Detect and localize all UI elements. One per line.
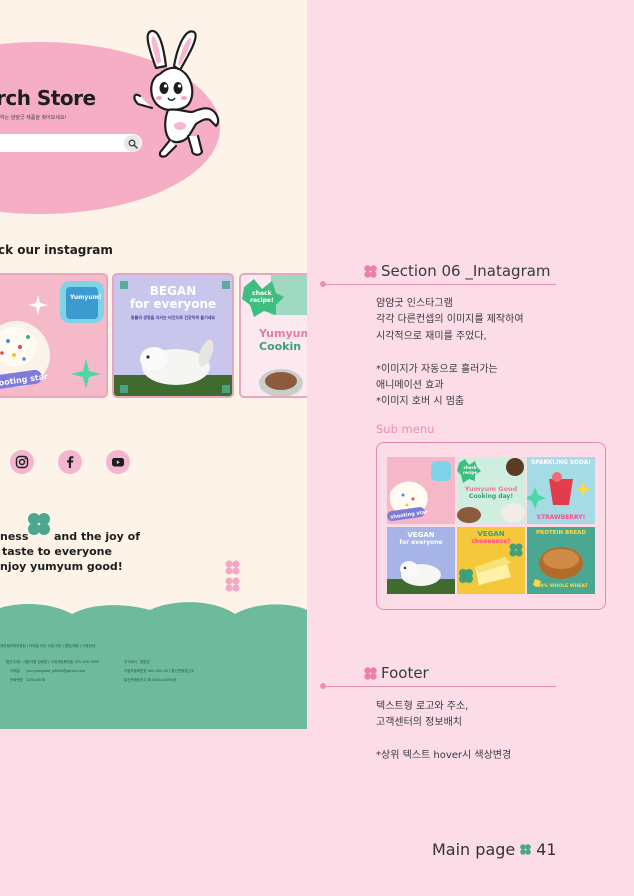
section-footer-title: Footer	[381, 664, 429, 682]
instagram-card-vegan[interactable]: BEGAN for everyone 동물의 생명을 지키는 비건으로 건강하게…	[112, 273, 234, 398]
card3-title: Yumyum Cookin	[259, 327, 307, 353]
desc-line: 시각적으로 재미를 주었다,	[376, 330, 487, 342]
tile-subtitle: Cooking day!	[468, 493, 514, 500]
sub-menu-label: Sub menu	[376, 422, 435, 436]
tile-title: Yumyum Good	[464, 485, 518, 493]
page-footer: Main page 41	[432, 840, 557, 859]
desc-line: *이미지가 자동으로 흘러가는	[376, 363, 498, 375]
footer-company-type-label: 주식회사	[124, 660, 137, 664]
instagram-link[interactable]	[10, 450, 34, 474]
desc-line: 텍스트형 로고와 주소,	[376, 701, 469, 712]
website-mockup: rch Store 하는 얌얌굿 제품을 찾아보세요! ck our insta…	[0, 0, 307, 729]
tile-badge: check recipe	[462, 465, 477, 475]
facebook-link[interactable]	[58, 450, 82, 474]
instagram-heading: ck our instagram	[0, 243, 113, 257]
tile-bottom-text: STRAWBERRY!	[536, 514, 586, 521]
page-label: Main page	[432, 840, 516, 859]
store-title: rch Store	[0, 86, 96, 110]
sub-tile-cheese[interactable]: VEGAN cheeeeese?	[457, 527, 525, 594]
store-subtitle: 하는 얌얌굿 제품을 찾아보세요!	[0, 115, 67, 121]
section-footer-description: 텍스트형 로고와 주소, 고객센터의 정보배치 *상위 텍스트 hover시 색…	[376, 699, 511, 765]
desc-line	[376, 732, 511, 748]
card1-sticker: Yumyum!	[70, 294, 102, 301]
sub-tile-recipe[interactable]: check recipe Yumyum Good Cooking day!	[457, 457, 525, 524]
facebook-icon	[67, 456, 74, 468]
footer-business-number: 사업자등록번호 000-000-00 | 통신판매업신고	[124, 669, 194, 673]
card3-badge: check recipe!	[250, 290, 274, 304]
desc-line	[376, 345, 524, 361]
footer-links[interactable]: 개인정보처리방침 | 이메일 무단 수집 거부 | 협찬/제휴 | 이용안내	[0, 644, 95, 649]
clover-stack-icon	[225, 560, 240, 592]
clover-icon	[28, 513, 50, 535]
card3-badge-line2: recipe!	[250, 297, 274, 304]
footer-mail-order-number: 통신판매업신고 제 0000-00000호	[124, 678, 177, 682]
footer-phone: 1234-5678	[26, 678, 46, 682]
page-number: 41	[536, 840, 557, 859]
footer-company: 법인고/명 : 대표자명 업태명 | 사업자등록번호 123-456-7890	[6, 660, 99, 664]
clover-icon	[364, 264, 377, 278]
tile-top-text: SPARKLING SODA!	[531, 460, 591, 466]
section-footer-heading: Footer	[364, 664, 429, 682]
youtube-link[interactable]	[106, 450, 130, 474]
sub-menu-preview: shooting star check recipe Yumyum Good C…	[376, 442, 606, 610]
instagram-icon	[15, 455, 29, 469]
section-instagram-title: Section 06 _Inatagram	[381, 262, 551, 280]
bunny-mascot-icon	[133, 29, 220, 158]
desc-line: 각각 다른컨셉의 이미지를 제작하여	[376, 314, 524, 326]
tagline-line1-left: ness	[0, 530, 29, 543]
sub-tile-vegan[interactable]: VEGAN for everyone	[387, 527, 455, 594]
footer-email-label: 이메일	[10, 669, 20, 673]
tile-title: VEGAN	[477, 530, 505, 538]
tagline-line1-right: and the joy of	[54, 530, 141, 543]
desc-line: 고객센터의 정보배치	[376, 717, 462, 729]
footer-email: yumyumgood_official@gmail.com	[26, 669, 86, 673]
tile-subtitle: cheeeeese?	[471, 538, 511, 545]
tile-top-text: PROTEIN BREAD	[535, 530, 587, 536]
tile-subtitle: for everyone	[399, 539, 443, 546]
youtube-icon	[112, 458, 124, 467]
sub-tile-bread[interactable]: PROTEIN BREAD 100% WHOLE WHEAT	[527, 527, 595, 594]
card2-caption: 동물의 생명을 지키는 비건으로 건강하게 즐기세요	[130, 315, 216, 320]
instagram-card-shooting-star[interactable]: Yumyum! shooting star	[0, 273, 108, 398]
desc-line: *이미지 호버 시 멈춤	[376, 396, 465, 408]
clover-icon	[364, 666, 377, 680]
card3-badge-line1: check	[252, 290, 272, 297]
desc-line: 얌얌굿 인스타그램	[376, 298, 453, 309]
clover-icon	[520, 844, 532, 855]
sub-tile-shooting-star[interactable]: shooting star	[387, 457, 455, 524]
tile-title: VEGAN	[407, 531, 435, 539]
tile-bottom-text: 100% WHOLE WHEAT	[534, 584, 588, 589]
tagline-line2: taste to everyone	[2, 545, 112, 558]
desc-line: 애니메이션 효과	[376, 380, 444, 392]
section-instagram-heading: Section 06 _Inatagram	[364, 262, 551, 280]
card2-title-line2: for everyone	[129, 297, 217, 311]
sub-tile-soda[interactable]: SPARKLING SODA! STRAWBERRY!	[527, 457, 595, 524]
section-divider	[322, 686, 556, 687]
card3-title-line2: Cookin	[259, 340, 302, 353]
desc-line: *상위 텍스트 hover시 색상변경	[376, 750, 512, 762]
search-input[interactable]	[0, 134, 142, 152]
card3-title-line1: Yumyum	[259, 327, 307, 340]
section-divider	[322, 284, 556, 285]
card2-title: BEGAN for everyone	[114, 285, 232, 311]
tagline-line3: njoy yumyum good!	[0, 560, 123, 573]
footer-phone-label: 전화번호	[10, 678, 23, 682]
section-instagram-description: 얌얌굿 인스타그램 각각 다른컨셉의 이미지를 제작하여 시각적으로 재미를 주…	[376, 296, 524, 411]
footer-company-name: 얌얌굿	[140, 660, 150, 664]
instagram-card-recipe[interactable]: check recipe! Yumyum Cookin	[239, 273, 307, 398]
